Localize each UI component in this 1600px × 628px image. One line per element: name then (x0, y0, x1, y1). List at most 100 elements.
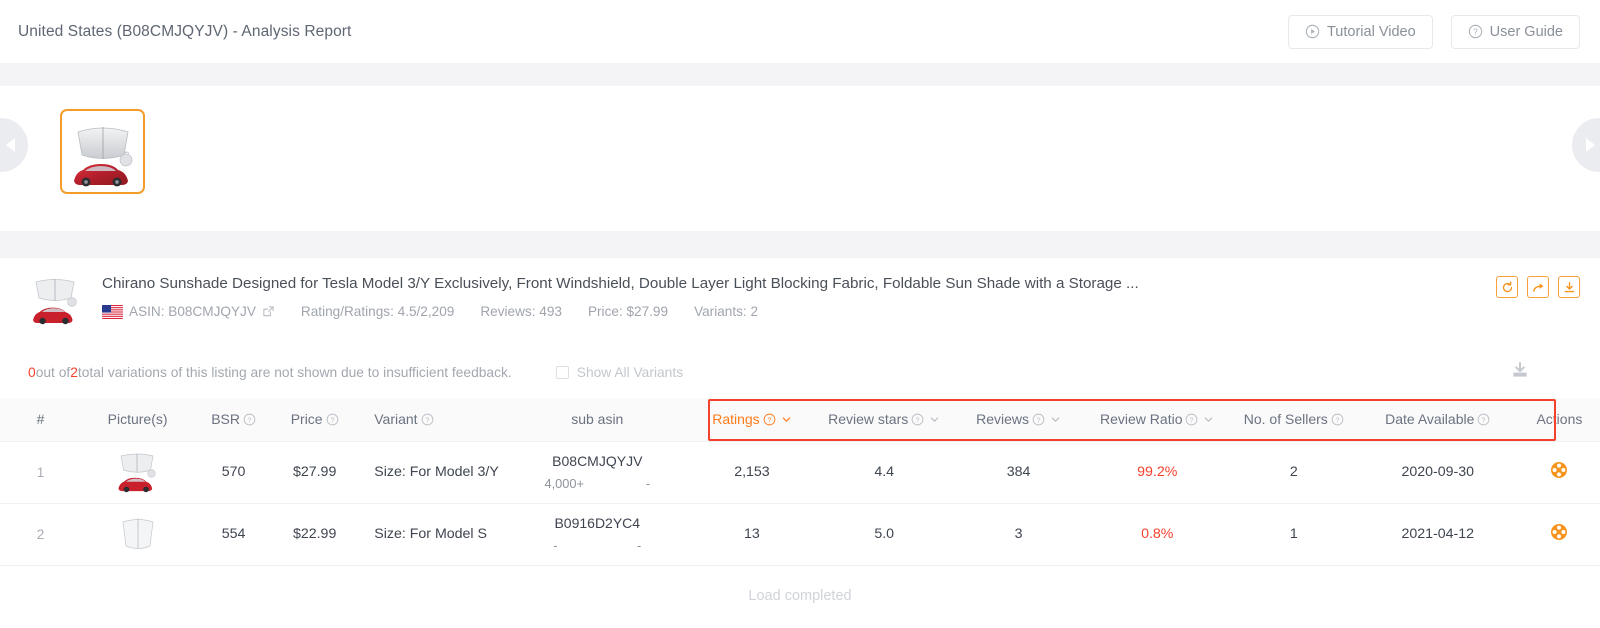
row-reviews: 3 (1014, 526, 1023, 542)
row-actions[interactable] (1519, 441, 1600, 503)
track-product-icon[interactable] (1550, 523, 1568, 541)
track-product-icon[interactable] (1550, 461, 1568, 479)
user-guide-label: User Guide (1489, 23, 1563, 40)
row-sub-asin-value: B0916D2YC4 (554, 515, 641, 531)
load-status: Load completed (748, 588, 852, 604)
refresh-icon (1501, 280, 1514, 294)
col-price-label: Price (290, 411, 323, 428)
row-index: 2 (36, 526, 45, 542)
download-button[interactable] (1558, 276, 1580, 298)
col-sellers[interactable]: No. of Sellers? (1231, 398, 1357, 441)
col-reviews[interactable]: Reviews? (954, 398, 1084, 441)
svg-text:?: ? (1335, 417, 1339, 424)
row-review-ratio: 99.2% (1137, 464, 1178, 480)
svg-text:?: ? (1473, 28, 1478, 37)
notice-tail-text: total variations of this listing are not… (77, 364, 512, 380)
col-variant[interactable]: Variant? (356, 398, 505, 441)
download-icon (1563, 281, 1576, 294)
row-actions[interactable] (1519, 503, 1600, 565)
table-row[interactable]: 2 554 $22.99 Size: For Model S B0916D2YC… (0, 503, 1600, 565)
help-icon[interactable]: ? (1185, 413, 1198, 426)
play-circle-icon (1305, 24, 1320, 39)
product-asin: ASIN: B08CMJQYJV (102, 304, 275, 319)
help-icon[interactable]: ? (1032, 413, 1045, 426)
help-icon[interactable]: ? (421, 413, 434, 426)
external-link-icon[interactable] (262, 305, 275, 318)
product-image-small (33, 279, 77, 325)
row-sellers: 2 (1289, 464, 1298, 480)
row-sub-asin-right: - (637, 538, 642, 553)
notice-total-count: 2 (70, 364, 78, 380)
row-sellers: 1 (1289, 526, 1298, 542)
help-icon[interactable]: ? (326, 413, 339, 426)
row-price: $27.99 (292, 464, 337, 480)
chevron-right-icon (1585, 138, 1595, 152)
row-picture[interactable] (81, 503, 194, 565)
row-sub-asin-value: B08CMJQYJV (552, 453, 643, 469)
col-review-stars[interactable]: Review stars? (815, 398, 954, 441)
product-details: Chirano Sunshade Designed for Tesla Mode… (102, 274, 1496, 319)
svg-text:?: ? (1482, 417, 1486, 424)
row-date-available: 2020-09-30 (1401, 464, 1475, 480)
tutorial-video-label: Tutorial Video (1326, 23, 1416, 40)
table-row[interactable]: 1 570 $27.99 Size: For Model 3/Y B08CMJQ… (0, 441, 1600, 503)
product-title[interactable]: Chirano Sunshade Designed for Tesla Mode… (102, 274, 1496, 294)
carousel-thumbnail-1[interactable] (60, 109, 145, 194)
help-icon[interactable]: ? (243, 413, 256, 426)
col-sub-asin: sub asin (506, 398, 689, 441)
refresh-button[interactable] (1496, 276, 1518, 298)
svg-text:?: ? (248, 417, 252, 424)
carousel-next-button[interactable] (1572, 118, 1600, 172)
help-icon[interactable]: ? (763, 413, 776, 426)
product-rating: Rating/Ratings: 4.5/2,209 (300, 304, 455, 319)
share-button[interactable] (1527, 276, 1549, 298)
svg-text:?: ? (916, 417, 920, 424)
col-sub-asin-label: sub asin (571, 411, 624, 428)
col-ratings[interactable]: Ratings? (689, 398, 815, 441)
chevron-down-icon[interactable] (781, 414, 792, 425)
carousel-prev-button[interactable] (0, 118, 28, 172)
col-price[interactable]: Price? (273, 398, 356, 441)
product-reviews: Reviews: 493 (480, 304, 562, 319)
chevron-down-icon[interactable] (1050, 414, 1061, 425)
row-ratings: 13 (744, 526, 760, 542)
row-reviews: 384 (1006, 464, 1031, 480)
col-pictures-label: Picture(s) (107, 411, 168, 428)
row-variant: Size: For Model 3/Y (374, 464, 499, 480)
help-icon[interactable]: ? (911, 413, 924, 426)
table-header-row: # Picture(s) BSR? Price? Variant? sub as… (0, 398, 1600, 441)
tutorial-video-button[interactable]: Tutorial Video (1287, 14, 1433, 49)
col-variant-label: Variant (374, 411, 418, 428)
col-review-ratio[interactable]: Review Ratio? (1084, 398, 1231, 441)
col-ratings-label: Ratings (712, 411, 760, 428)
col-review-stars-label: Review stars (828, 411, 909, 428)
col-actions-label: Actions (1536, 411, 1583, 428)
col-date-available[interactable]: Date Available? (1357, 398, 1519, 441)
help-icon[interactable]: ? (1331, 413, 1344, 426)
row-review-ratio: 0.8% (1141, 526, 1174, 542)
product-thumbnail[interactable] (28, 276, 84, 326)
row-sub-asin[interactable]: B0916D2YC4 - - (506, 503, 689, 565)
col-review-ratio-label: Review Ratio (1100, 411, 1183, 428)
help-icon[interactable]: ? (1477, 413, 1490, 426)
chevron-down-icon[interactable] (1203, 414, 1214, 425)
row-product-image (122, 518, 153, 549)
row-sub-asin[interactable]: B08CMJQYJV 4,000+ - (506, 441, 689, 503)
variants-table-element: # Picture(s) BSR? Price? Variant? sub as… (0, 398, 1600, 566)
show-all-variants-checkbox[interactable] (555, 365, 569, 379)
show-all-variants-toggle[interactable]: Show All Variants (555, 365, 683, 380)
product-meta-row: ASIN: B08CMJQYJV Rating/Ratings: 4.5/2,2… (102, 304, 1496, 319)
row-sub-asin-left: 4,000+ (544, 476, 584, 491)
notice-mid-text: out of (35, 364, 71, 380)
chevron-down-icon[interactable] (929, 414, 940, 425)
table-body: 1 570 $27.99 Size: For Model 3/Y B08CMJQ… (0, 441, 1600, 565)
notice-shown-count: 0 (28, 364, 36, 380)
svg-text:?: ? (1037, 417, 1041, 424)
user-guide-button[interactable]: ? User Guide (1450, 14, 1580, 49)
analysis-report-page: United States (B08CMJQYJV) - Analysis Re… (0, 0, 1600, 628)
export-table-icon[interactable] (1510, 360, 1530, 380)
top-bar: United States (B08CMJQYJV) - Analysis Re… (0, 0, 1600, 63)
col-bsr[interactable]: BSR? (194, 398, 273, 441)
svg-text:?: ? (330, 417, 334, 424)
row-picture[interactable] (81, 441, 194, 503)
